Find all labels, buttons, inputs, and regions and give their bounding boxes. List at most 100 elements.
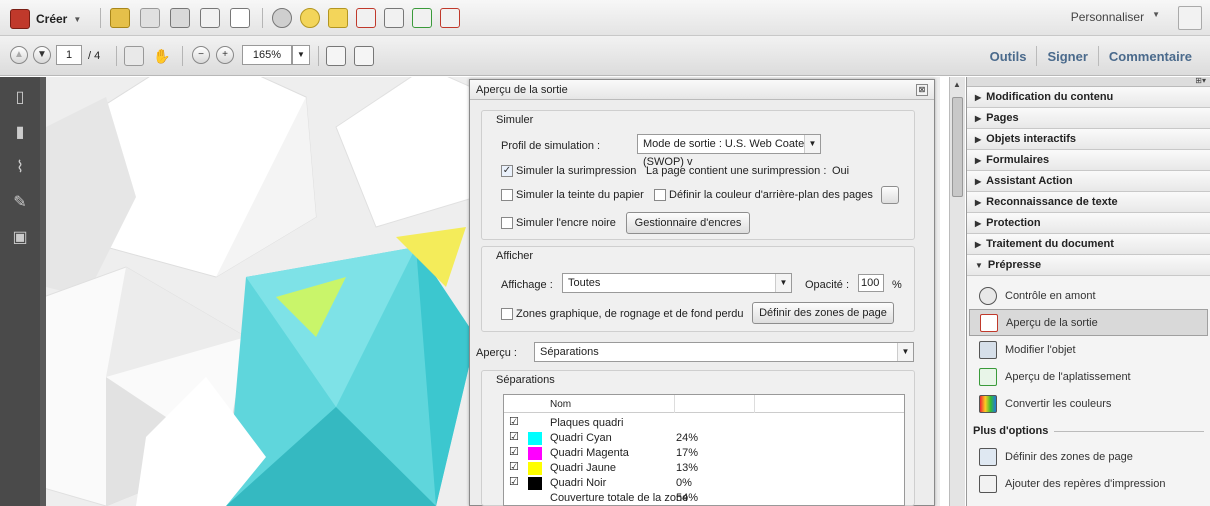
collapsed-triangle-icon: ▶ [975,198,982,207]
simulate-overprint-checkbox[interactable]: ✓ [501,165,513,177]
email-icon[interactable] [230,8,250,28]
panel-options-icon[interactable]: ⊞▾ [1195,76,1206,85]
table-row[interactable]: ☑ Quadri Jaune 13% [504,461,904,476]
tab-sign[interactable]: Signer [1037,49,1097,64]
tool-set-page-boxes[interactable]: Définir des zones de page [967,443,1210,470]
fit-width-icon[interactable] [354,46,374,66]
row-check-icon[interactable]: ☑ [509,460,519,473]
section-label: Formulaires [986,154,1050,166]
open-folder-icon[interactable] [110,8,130,28]
row-check-icon[interactable]: ☑ [509,475,519,488]
tab-tools[interactable]: Outils [980,49,1037,64]
redact-icon[interactable] [356,8,376,28]
scrollbar-thumb[interactable] [952,97,963,197]
chevron-down-icon: ▼ [1152,10,1160,19]
ink-manager-button[interactable]: Gestionnaire d'encres [626,212,750,234]
security-icon[interactable]: ▣ [10,227,30,247]
section-pages[interactable]: ▶ Pages [967,108,1210,129]
zoom-in-icon[interactable]: + [216,46,234,64]
display-select[interactable]: Toutes ▼ [562,273,792,293]
section-prepress[interactable]: ▼ Prépresse [967,255,1210,276]
close-icon[interactable]: ⊠ [916,84,928,96]
page-zones-checkbox[interactable] [501,308,513,320]
printer-marks-icon [979,474,997,493]
protect-icon[interactable] [440,8,460,28]
expand-icon[interactable] [1178,6,1202,30]
signatures-icon[interactable]: ✎ [10,192,30,212]
table-row[interactable]: ☑ Quadri Cyan 24% [504,431,904,446]
tool-label: Définir des zones de page [1005,450,1133,463]
overprint-info-label: La page contient une surimpression : [646,165,827,177]
background-color-swatch[interactable] [881,186,899,204]
zoom-dropdown-icon[interactable]: ▼ [292,45,310,65]
table-row[interactable]: Couverture totale de la zone 54% [504,491,904,505]
row-check-icon[interactable]: ☑ [509,445,519,458]
customize-button[interactable]: Personnaliser ▼ [1071,10,1160,24]
zoom-level-input[interactable]: 165% [242,45,292,65]
section-label: Traitement du document [986,238,1114,250]
separations-group-label: Séparations [496,374,555,386]
row-check-icon[interactable]: ☑ [509,415,519,428]
collapsed-triangle-icon: ▶ [975,219,982,228]
bookmarks-icon[interactable]: ▮ [10,122,30,142]
print-icon[interactable] [170,8,190,28]
section-interactive-objects[interactable]: ▶ Objets interactifs [967,129,1210,150]
opacity-unit: % [892,279,902,291]
preview-select[interactable]: Séparations ▼ [534,342,914,362]
page-zones-label: Zones graphique, de rognage et de fond p… [516,308,744,320]
tool-convert-colors[interactable]: Convertir les couleurs [967,390,1210,417]
create-button[interactable]: Créer ▼ [10,9,81,29]
page-background-label: Définir la couleur d'arrière-plan des pa… [669,189,873,201]
section-protection[interactable]: ▶ Protection [967,213,1210,234]
simulate-paper-checkbox[interactable] [501,189,513,201]
simulate-overprint-label: Simuler la surimpression [516,165,637,177]
comment-icon[interactable] [300,8,320,28]
page-background-checkbox[interactable] [654,189,666,201]
tool-edit-object[interactable]: Modifier l'objet [967,336,1210,363]
hand-tool-icon[interactable]: ✋ [152,46,172,66]
define-page-zones-button[interactable]: Définir des zones de page [752,302,894,324]
document-scrollbar[interactable]: ▲ [949,77,965,506]
scroll-up-icon[interactable]: ▲ [953,80,961,89]
section-label: Reconnaissance de texte [986,196,1118,208]
section-action-wizard[interactable]: ▶ Assistant Action [967,171,1210,192]
section-text-recognition[interactable]: ▶ Reconnaissance de texte [967,192,1210,213]
page-thumbnails-icon[interactable]: ▯ [10,87,30,107]
next-page-icon[interactable]: ▼ [33,46,51,64]
tool-label: Ajouter des repères d'impression [1005,477,1166,490]
highlight-icon[interactable] [328,8,348,28]
table-row[interactable]: ☑ Quadri Noir 0% [504,476,904,491]
tool-output-preview[interactable]: Aperçu de la sortie [969,309,1208,336]
previous-page-icon[interactable]: ▲ [10,46,28,64]
save-icon[interactable] [140,8,160,28]
table-row[interactable]: ☑ Plaques quadri [504,416,904,431]
opacity-label: Opacité : [805,279,850,291]
tool-preflight[interactable]: Contrôle en amont [967,282,1210,309]
settings-gear-icon[interactable] [272,8,292,28]
compare-icon[interactable] [384,8,404,28]
zoom-out-icon[interactable]: − [192,46,210,64]
section-content-editing[interactable]: ▶ Modification du contenu [967,87,1210,108]
page-number-input[interactable]: 1 [56,45,82,65]
collapsed-triangle-icon: ▶ [975,156,982,165]
section-forms[interactable]: ▶ Formulaires [967,150,1210,171]
opacity-input[interactable]: 100 [858,274,884,292]
attachments-icon[interactable]: ⌇ [10,157,30,177]
row-value: 17% [676,447,699,459]
row-value: 0% [676,477,692,489]
fit-page-icon[interactable] [326,46,346,66]
table-row[interactable]: ☑ Quadri Magenta 17% [504,446,904,461]
simulate-black-ink-checkbox[interactable] [501,217,513,229]
export-icon[interactable] [412,8,432,28]
section-document-processing[interactable]: ▶ Traitement du document [967,234,1210,255]
simulation-profile-select[interactable]: Mode de sortie : U.S. Web Coated (SWOP) … [637,134,821,168]
tool-flattener-preview[interactable]: Aperçu de l'aplatissement [967,363,1210,390]
display-label: Affichage : [501,279,553,291]
row-name: Quadri Magenta [550,447,629,459]
tab-comment[interactable]: Commentaire [1099,49,1202,64]
edit-icon[interactable] [200,8,220,28]
tool-add-printer-marks[interactable]: Ajouter des repères d'impression [967,470,1210,497]
row-check-icon[interactable]: ☑ [509,430,519,443]
select-tool-icon[interactable] [124,46,144,66]
row-value: 24% [676,432,699,444]
